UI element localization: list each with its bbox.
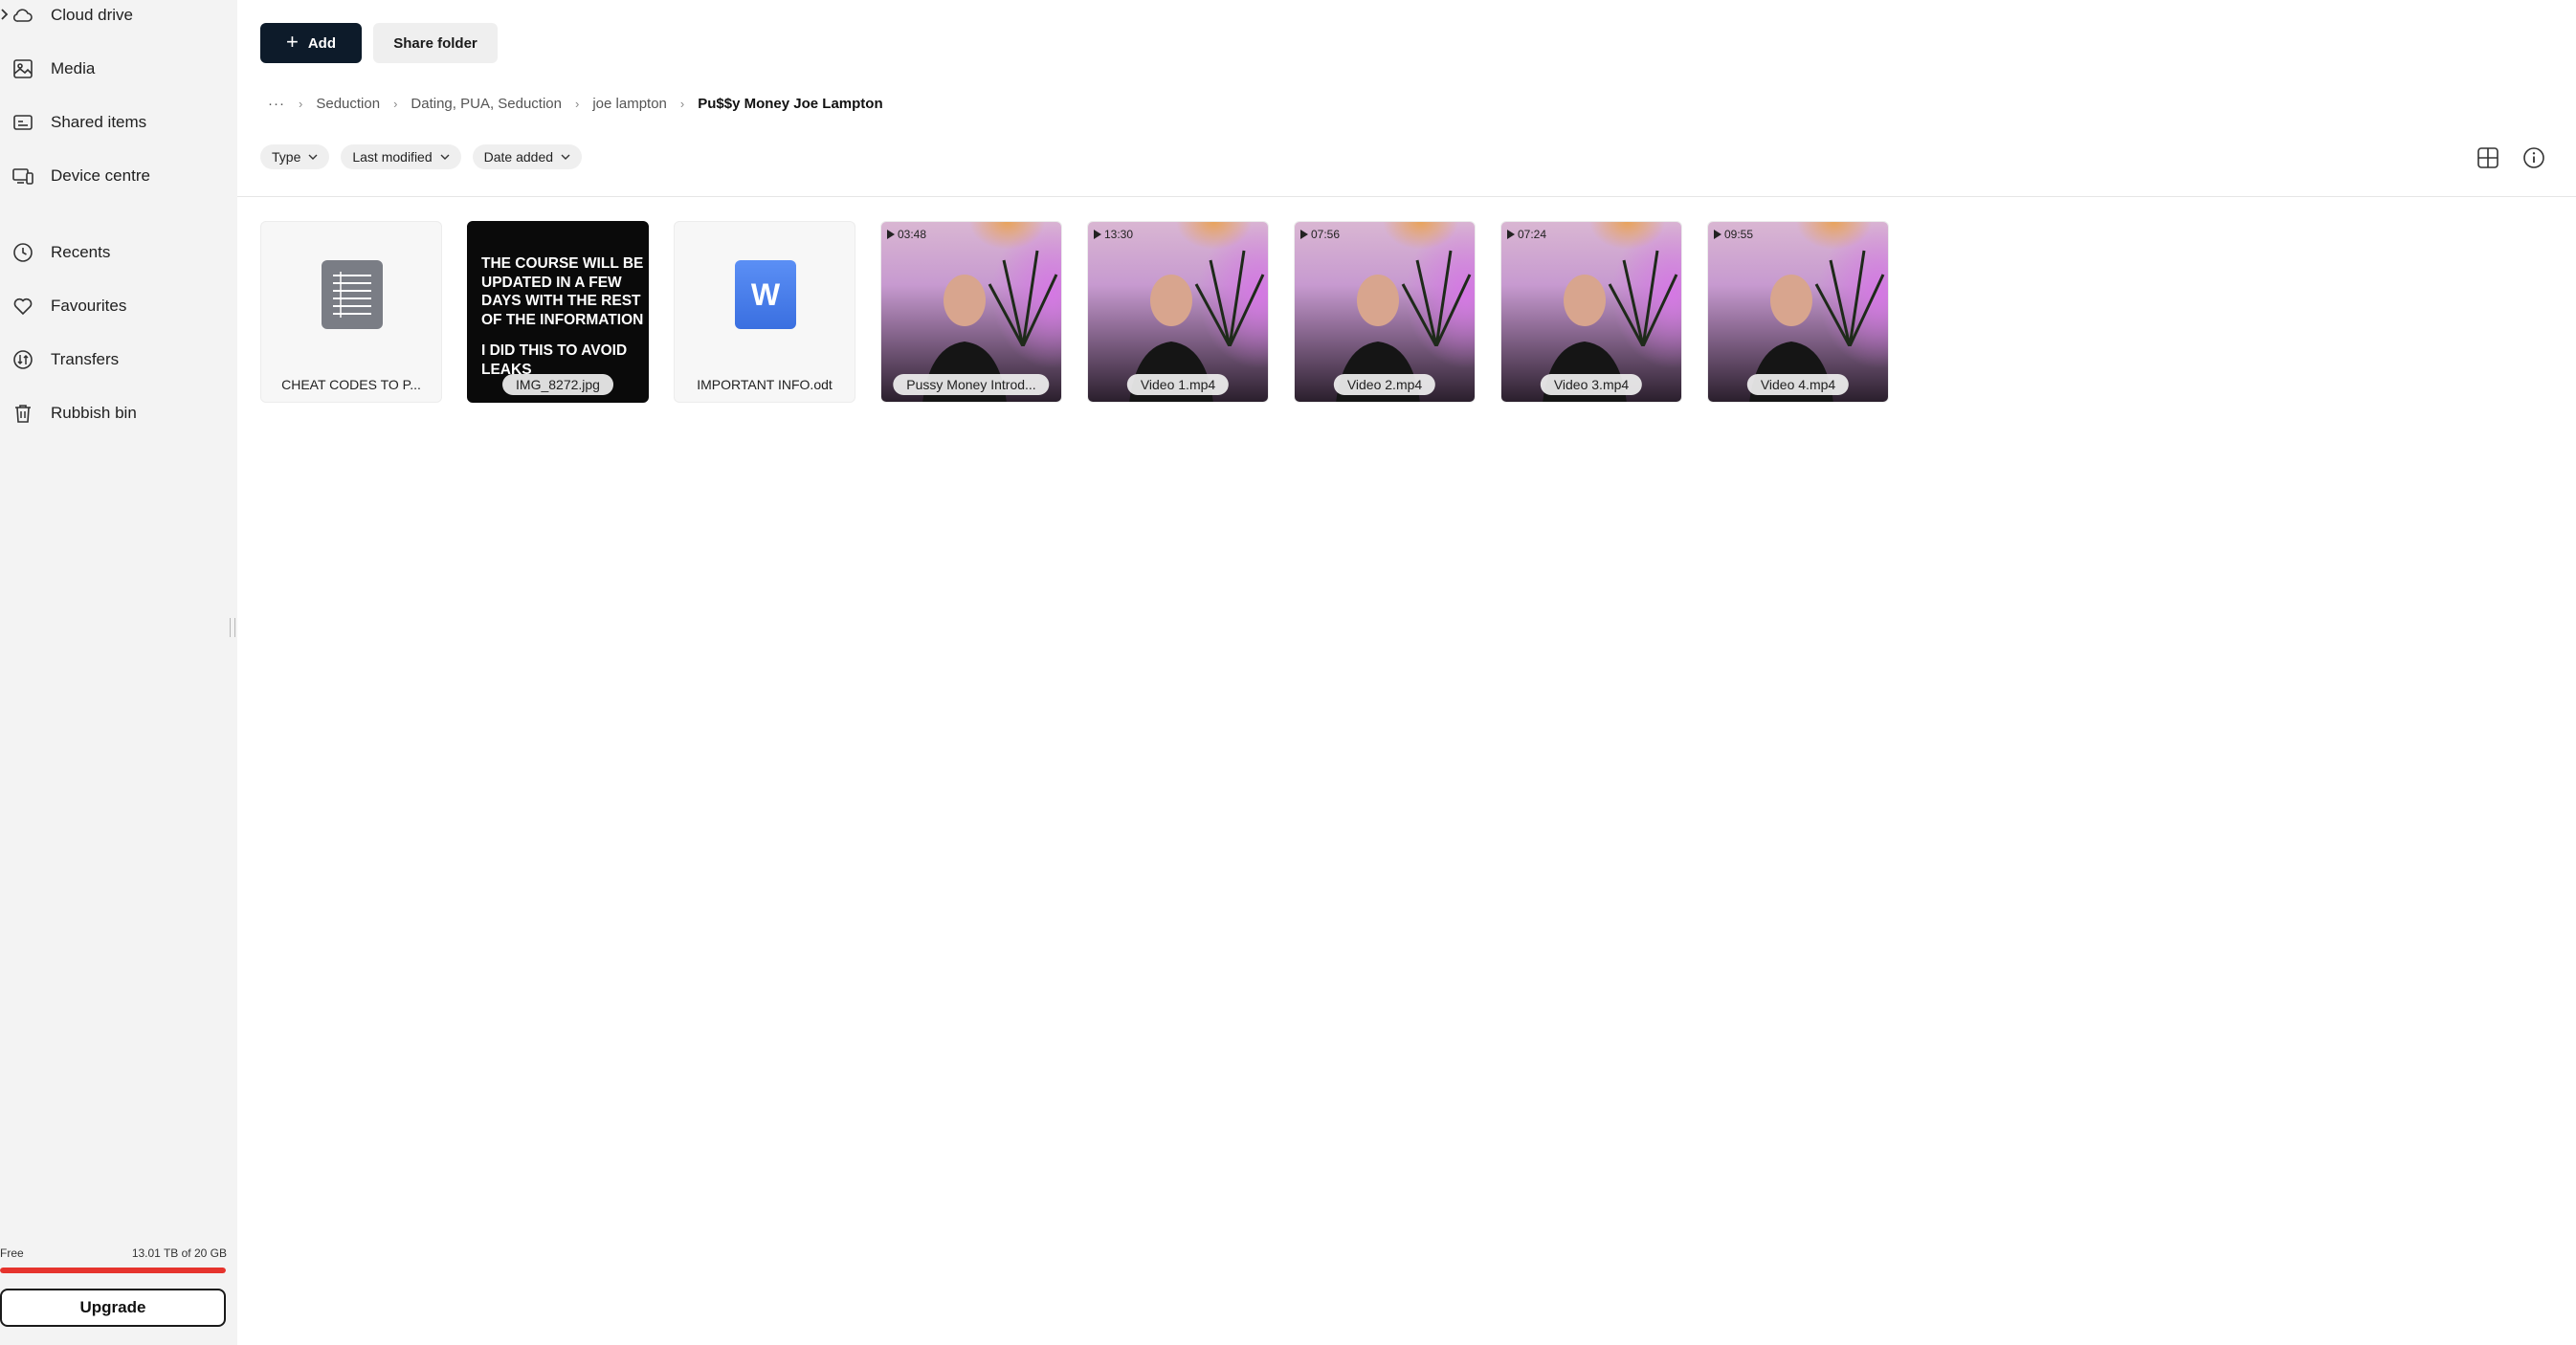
cloud-icon (11, 4, 34, 27)
sidebar-item-rubbish-bin[interactable]: Rubbish bin (0, 394, 230, 432)
share-folder-button[interactable]: Share folder (373, 23, 498, 63)
file-name: IMPORTANT INFO.odt (697, 377, 833, 392)
chevron-right-icon: › (393, 96, 398, 111)
play-icon (1714, 230, 1721, 239)
file-name: Video 3.mp4 (1540, 374, 1643, 395)
sidebar-item-label: Shared items (51, 113, 147, 131)
file-name: Video 4.mp4 (1746, 374, 1850, 395)
video-tile[interactable]: 13:30 Video 1.mp4 (1087, 221, 1269, 403)
heart-icon (11, 295, 34, 318)
duration-label: 07:56 (1311, 228, 1341, 241)
video-tile[interactable]: 07:24 Video 3.mp4 (1500, 221, 1682, 403)
filter-label: Last modified (352, 149, 433, 165)
text-document-icon (322, 260, 383, 329)
add-button[interactable]: + Add (260, 23, 362, 63)
sidebar-item-label: Transfers (51, 350, 120, 368)
sidebar-item-shared-items[interactable]: Shared items (0, 103, 230, 142)
duration-label: 09:55 (1724, 228, 1754, 241)
sidebar-resize-handle[interactable] (230, 618, 235, 637)
filter-label: Type (272, 149, 301, 165)
breadcrumb-item[interactable]: Dating, PUA, Seduction (411, 96, 562, 112)
sidebar-item-label: Favourites (51, 297, 127, 315)
video-duration: 03:48 (887, 228, 926, 241)
duration-label: 03:48 (898, 228, 927, 241)
chevron-right-icon: › (679, 96, 685, 111)
add-button-label: Add (307, 34, 337, 52)
trash-icon (11, 402, 34, 425)
image-icon (11, 57, 34, 80)
file-tile[interactable]: CHEAT CODES TO P... (260, 221, 442, 403)
chevron-down-icon (308, 154, 318, 160)
play-icon (1094, 230, 1101, 239)
video-tile[interactable]: 07:56 Video 2.mp4 (1294, 221, 1476, 403)
filter-date-added[interactable]: Date added (472, 144, 583, 169)
file-tile[interactable]: THE COURSE WILL BE UPDATED IN A FEW DAYS… (467, 221, 649, 403)
filter-bar: Type Last modified Date added (260, 144, 583, 169)
transfers-icon (11, 348, 34, 371)
image-preview-text: THE COURSE WILL BE UPDATED IN A FEW DAYS… (481, 254, 644, 391)
sidebar: Cloud drive Media Shared items Device ce… (0, 0, 237, 1345)
file-tile[interactable]: W IMPORTANT INFO.odt (674, 221, 855, 403)
sidebar-item-cloud-drive[interactable]: Cloud drive (0, 0, 230, 34)
breadcrumb-item[interactable]: joe lampton (592, 96, 667, 112)
play-icon (1300, 230, 1308, 239)
play-icon (887, 230, 895, 239)
chevron-right-icon: › (299, 96, 303, 111)
sidebar-item-favourites[interactable]: Favourites (0, 287, 230, 325)
video-tile[interactable]: 03:48 Pussy Money Introd... (880, 221, 1062, 403)
storage-plan-label: Free (0, 1246, 24, 1260)
upgrade-button[interactable]: Upgrade (0, 1289, 226, 1327)
play-icon (1507, 230, 1515, 239)
storage-progress-fill (0, 1268, 226, 1273)
clock-icon (11, 241, 34, 264)
filter-label: Date added (483, 149, 554, 165)
breadcrumb-item[interactable]: Seduction (316, 96, 380, 112)
sidebar-item-transfers[interactable]: Transfers (0, 341, 230, 379)
sidebar-item-label: Recents (51, 243, 111, 261)
shared-folder-icon (11, 111, 34, 134)
breadcrumb-current: Pu$$y Money Joe Lampton (698, 95, 883, 112)
image-text-line: THE COURSE WILL BE UPDATED IN A FEW DAYS… (481, 255, 644, 328)
file-grid: CHEAT CODES TO P... THE COURSE WILL BE U… (260, 221, 1889, 403)
sidebar-item-label: Media (51, 59, 96, 77)
breadcrumb-more-icon[interactable]: ··· (268, 96, 285, 112)
devices-icon (11, 165, 34, 187)
storage-progress-bar (0, 1268, 226, 1273)
chevron-down-icon (440, 154, 450, 160)
filter-type[interactable]: Type (260, 144, 330, 169)
toolbar-divider (237, 196, 2576, 197)
file-name: CHEAT CODES TO P... (281, 377, 421, 392)
duration-label: 07:24 (1518, 228, 1547, 241)
word-document-icon: W (735, 260, 796, 329)
file-name: Video 1.mp4 (1126, 374, 1230, 395)
sidebar-item-device-centre[interactable]: Device centre (0, 157, 230, 195)
breadcrumb: ··· › Seduction › Dating, PUA, Seduction… (268, 93, 883, 114)
video-tile[interactable]: 09:55 Video 4.mp4 (1707, 221, 1889, 403)
file-name: Video 2.mp4 (1333, 374, 1436, 395)
duration-label: 13:30 (1104, 228, 1134, 241)
video-duration: 07:56 (1300, 228, 1340, 241)
sidebar-item-label: Cloud drive (51, 6, 133, 24)
video-duration: 09:55 (1714, 228, 1753, 241)
video-duration: 13:30 (1094, 228, 1133, 241)
word-icon-letter: W (751, 277, 781, 312)
sidebar-item-recents[interactable]: Recents (0, 233, 230, 272)
filter-last-modified[interactable]: Last modified (341, 144, 461, 169)
grid-view-icon[interactable] (2476, 145, 2500, 170)
info-icon[interactable] (2521, 145, 2546, 170)
file-name: Pussy Money Introd... (893, 374, 1050, 395)
sidebar-item-label: Device centre (51, 166, 150, 185)
video-duration: 07:24 (1507, 228, 1546, 241)
sidebar-item-media[interactable]: Media (0, 50, 230, 88)
storage-usage-label: 13.01 TB of 20 GB (131, 1246, 227, 1260)
chevron-down-icon (561, 154, 570, 160)
sidebar-item-label: Rubbish bin (51, 404, 137, 422)
chevron-right-icon: › (575, 96, 580, 111)
file-name: IMG_8272.jpg (502, 374, 613, 395)
plus-icon: + (285, 30, 299, 54)
